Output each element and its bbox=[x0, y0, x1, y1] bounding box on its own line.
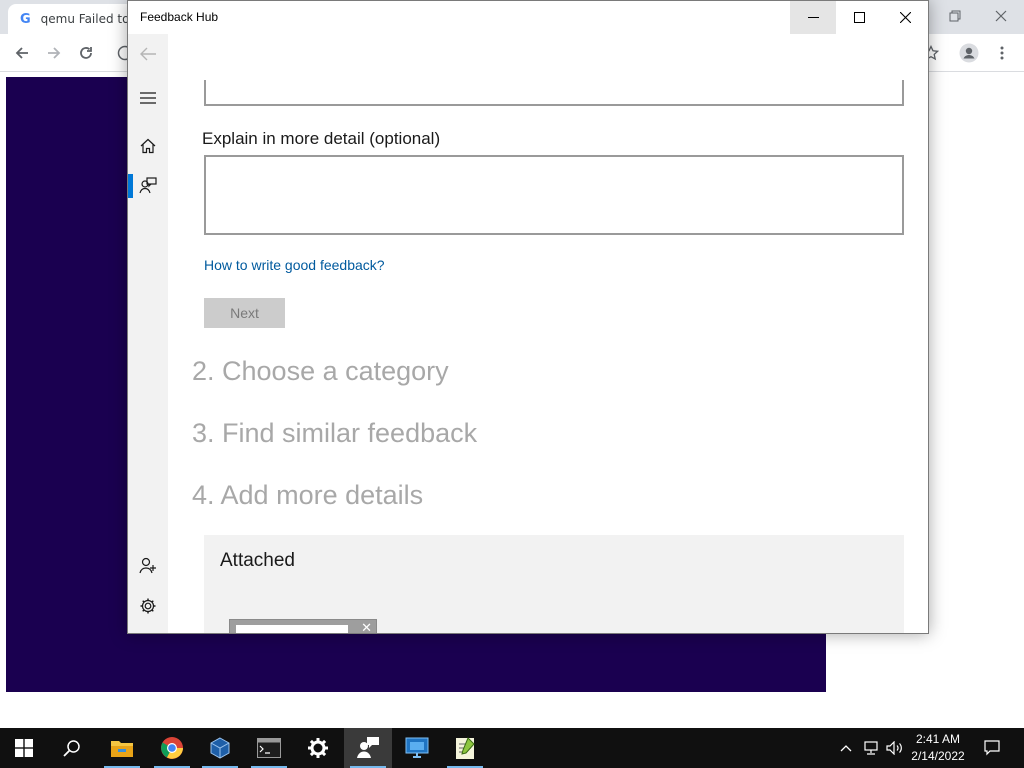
taskbar-file-explorer[interactable] bbox=[98, 728, 146, 768]
profile-button[interactable] bbox=[956, 40, 982, 66]
maximize-icon bbox=[853, 12, 865, 23]
volume-icon bbox=[886, 741, 902, 755]
step-choose-category[interactable]: 2. Choose a category bbox=[192, 356, 449, 387]
minimize-button[interactable] bbox=[790, 1, 836, 34]
back-icon bbox=[15, 47, 28, 59]
taskbar-chrome[interactable] bbox=[148, 728, 196, 768]
settings-icon bbox=[308, 738, 328, 758]
step-find-similar-feedback[interactable]: 3. Find similar feedback bbox=[192, 418, 477, 449]
forward-button[interactable] bbox=[41, 40, 67, 66]
taskbar-settings[interactable] bbox=[294, 728, 342, 768]
chrome-close-button[interactable] bbox=[978, 0, 1024, 32]
hamburger-button[interactable] bbox=[128, 80, 168, 116]
clock-time: 2:41 AM bbox=[915, 732, 961, 746]
start-icon bbox=[15, 739, 33, 757]
hamburger-icon bbox=[140, 92, 156, 104]
help-link[interactable]: How to write good feedback? bbox=[204, 257, 385, 273]
action-center-button[interactable] bbox=[978, 728, 1006, 768]
tray-overflow-button[interactable] bbox=[836, 728, 856, 768]
back-arrow-icon bbox=[140, 47, 156, 61]
home-icon bbox=[140, 138, 156, 154]
close-icon bbox=[995, 10, 1007, 22]
nav-home-button[interactable] bbox=[128, 128, 168, 164]
taskbar-clock[interactable]: 2:41 AM 2/14/2022 bbox=[904, 731, 972, 765]
attached-panel: Attached ✕ bbox=[204, 535, 904, 633]
chrome-menu-button[interactable] bbox=[989, 40, 1015, 66]
file-explorer-icon bbox=[111, 741, 133, 757]
restore-icon bbox=[949, 10, 961, 22]
maximize-button[interactable] bbox=[836, 1, 882, 34]
attached-title: Attached bbox=[220, 550, 295, 571]
settings-icon bbox=[140, 598, 156, 614]
summary-textbox[interactable] bbox=[204, 80, 904, 106]
taskbar-remote-desktop[interactable] bbox=[393, 728, 441, 768]
detail-label: Explain in more detail (optional) bbox=[202, 129, 441, 148]
chrome-tab-title: qemu Failed to bbox=[40, 12, 130, 26]
feedback-icon bbox=[139, 177, 157, 194]
next-button[interactable]: Next bbox=[204, 298, 285, 328]
add-user-icon bbox=[139, 557, 156, 574]
window-title: Feedback Hub bbox=[140, 10, 219, 24]
nav-settings-button[interactable] bbox=[128, 588, 168, 624]
taskbar: 2:41 AM 2/14/2022 bbox=[0, 728, 1024, 768]
taskbar-terminal[interactable] bbox=[245, 728, 293, 768]
chrome-restore-button[interactable] bbox=[932, 0, 978, 32]
remote-desktop-icon bbox=[405, 737, 429, 758]
minimize-icon bbox=[807, 17, 819, 18]
remove-attachment-icon[interactable]: ✕ bbox=[361, 621, 372, 633]
nav-pane bbox=[128, 34, 168, 633]
virtualbox-icon bbox=[210, 737, 230, 759]
reload-button[interactable] bbox=[73, 40, 99, 66]
menu-dots-icon bbox=[1000, 46, 1004, 60]
back-button[interactable] bbox=[9, 40, 35, 66]
close-button[interactable] bbox=[882, 1, 928, 34]
chevron-up-icon bbox=[840, 745, 852, 752]
terminal-icon bbox=[257, 738, 281, 758]
google-favicon-icon: G bbox=[20, 11, 31, 27]
start-button[interactable] bbox=[0, 728, 48, 768]
tray-network-button[interactable] bbox=[860, 728, 882, 768]
profile-icon bbox=[959, 43, 979, 63]
feedback-hub-icon bbox=[357, 737, 379, 758]
attachment-preview bbox=[236, 625, 348, 633]
taskbar-feedback-hub[interactable] bbox=[344, 728, 392, 768]
forward-icon bbox=[48, 47, 61, 59]
feedback-hub-window: Feedback Hub Explain in more detail (opt… bbox=[127, 0, 929, 634]
search-button[interactable] bbox=[48, 728, 96, 768]
notifications-icon bbox=[984, 740, 1000, 756]
tray-volume-button[interactable] bbox=[884, 728, 906, 768]
close-icon bbox=[899, 12, 911, 23]
search-icon bbox=[63, 740, 80, 757]
nav-back-button[interactable] bbox=[128, 36, 168, 72]
taskbar-virtualbox[interactable] bbox=[196, 728, 244, 768]
feedback-hub-titlebar[interactable]: Feedback Hub bbox=[128, 1, 928, 34]
clock-date: 2/14/2022 bbox=[911, 749, 965, 763]
nav-feedback-button[interactable] bbox=[128, 168, 168, 204]
attachment-thumbnail[interactable]: ✕ bbox=[229, 619, 377, 633]
notepad-plus-icon bbox=[456, 737, 475, 759]
network-icon bbox=[864, 741, 878, 755]
chrome-icon bbox=[161, 737, 183, 759]
nav-account-button[interactable] bbox=[128, 547, 168, 583]
taskbar-notepad-plus[interactable] bbox=[441, 728, 489, 768]
feedback-form-area: Explain in more detail (optional) How to… bbox=[168, 34, 928, 633]
reload-icon bbox=[80, 47, 92, 59]
detail-textbox[interactable] bbox=[204, 155, 904, 235]
step-add-more-details[interactable]: 4. Add more details bbox=[192, 480, 423, 511]
